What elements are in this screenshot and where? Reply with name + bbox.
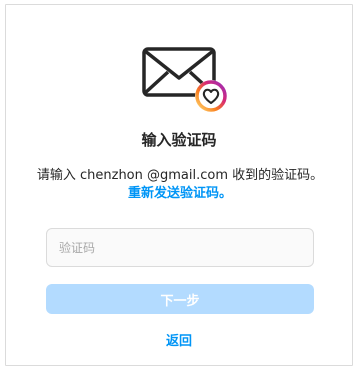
next-button[interactable]: 下一步 [46, 284, 314, 314]
instruction-text: 请输入 chenzhon @gmail.com 收到的验证码。 重新发送验证码。 [36, 167, 324, 203]
verification-code-input[interactable] [46, 228, 314, 267]
back-link[interactable]: 返回 [6, 330, 352, 349]
verification-card: 输入验证码 请输入 chenzhon @gmail.com 收到的验证码。 重新… [5, 4, 353, 366]
resend-code-link[interactable]: 重新发送验证码。 [128, 186, 232, 201]
envelope-icon [142, 47, 227, 112]
heart-badge-icon [195, 80, 227, 112]
instruction-prefix: 请输入 chenzhon @gmail.com 收到的验证码。 [36, 168, 324, 183]
email-illustration [141, 46, 233, 116]
page-title: 输入验证码 [141, 131, 217, 149]
